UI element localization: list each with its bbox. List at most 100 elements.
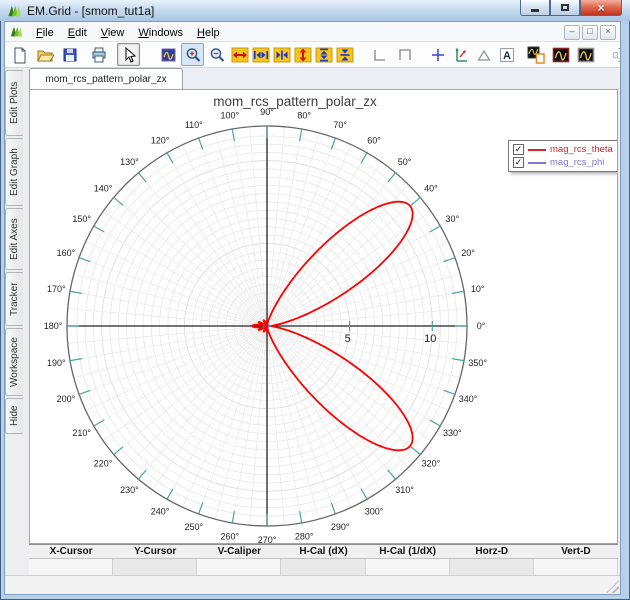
box-axes-button[interactable] [394, 44, 415, 65]
plot-style-dark-button[interactable] [575, 44, 596, 65]
text-annotation-button[interactable]: A [496, 44, 517, 65]
shrink-vertical-button[interactable] [313, 44, 334, 65]
corner-axes-button[interactable] [369, 44, 390, 65]
center-vertical-button[interactable] [334, 44, 355, 65]
plot-style-red-icon [552, 47, 569, 62]
shrink-horizontal-icon [252, 47, 269, 62]
legend-line-sample [528, 148, 546, 151]
angle-label: 60° [367, 136, 381, 146]
distribute-vertical-icon [612, 47, 620, 62]
plot-style-dark-icon [577, 47, 594, 62]
center-vertical-icon [336, 47, 353, 62]
open-file-button[interactable] [34, 44, 55, 65]
tab-strip: mom_rcs_pattern_polar_zx [29, 68, 618, 89]
shrink-vertical-icon [315, 47, 332, 62]
angle-label: 170° [47, 284, 66, 294]
zoom-in-button[interactable] [181, 43, 204, 66]
cursor-col-value [29, 559, 114, 575]
minimize-button[interactable] [520, 0, 550, 16]
menu-edit[interactable]: Edit [61, 25, 94, 41]
center-horizontal-button[interactable] [271, 44, 292, 65]
plot-area[interactable]: 5 10 0° 10° 20° 30° 40° 50° 60° 70° 80° 90° 100° 110°… [29, 89, 618, 544]
angle-label: 340° [459, 394, 478, 404]
sidebar-tab-edit-graph[interactable]: Edit Graph [5, 138, 23, 206]
zoom-out-button[interactable] [206, 44, 227, 65]
sidebar-tab-hide[interactable]: Hide [5, 398, 23, 434]
cursor-col-value [365, 559, 450, 575]
cursor-col-value [197, 559, 282, 575]
window-controls: × [520, 0, 622, 16]
menu-view[interactable]: View [94, 25, 132, 41]
plot-style-selected-button[interactable] [525, 44, 546, 65]
print-icon [92, 47, 105, 62]
angle-label: 130° [120, 157, 139, 167]
legend-checkbox[interactable]: ✓ [513, 157, 524, 168]
angle-label: 210° [72, 428, 91, 438]
maximize-button[interactable] [550, 0, 580, 16]
plot-style-red-button[interactable] [550, 44, 571, 65]
angle-label: 10° [471, 284, 485, 294]
cursor-readout-table: X-Cursor Y-Cursor V-Caliper H-Cal (dX) H-Cal… [29, 544, 618, 575]
crosshair-tool-button[interactable] [427, 44, 448, 65]
document-tab[interactable]: mom_rcs_pattern_polar_zx [29, 68, 183, 89]
angle-label: 320° [422, 459, 441, 469]
triangle-marker-button[interactable] [473, 44, 494, 65]
sidebar-tab-edit-axes[interactable]: Edit Axes [5, 208, 23, 270]
sidebar-tab-edit-plots[interactable]: Edit Plots [5, 70, 23, 136]
box-axes-icon [398, 48, 411, 60]
expand-vertical-icon [294, 47, 311, 62]
status-bar [5, 575, 620, 594]
zoom-region-button[interactable] [158, 44, 179, 65]
legend-label: mag_rcs_phi [550, 157, 605, 168]
close-button[interactable]: × [580, 0, 622, 16]
angle-label: 120° [151, 136, 170, 146]
plot-style-selected-icon [527, 46, 545, 64]
print-button[interactable] [88, 44, 109, 65]
new-document-button[interactable] [9, 44, 30, 65]
text-annotation-icon: A [499, 47, 514, 62]
open-file-icon [36, 50, 54, 61]
menu-file[interactable]: File [29, 25, 61, 41]
save-file-button[interactable] [59, 44, 80, 65]
legend-checkbox[interactable]: ✓ [513, 144, 524, 155]
angle-label: 180° [44, 321, 63, 331]
app-logo-icon [8, 5, 21, 16]
angle-label: 250° [184, 522, 203, 532]
mdi-restore-button[interactable]: □ [582, 25, 598, 40]
menu-windows[interactable]: Windows [131, 25, 190, 41]
window-title: EM.Grid - [smom_tut1a] [27, 3, 155, 18]
angle-label: 280° [295, 532, 314, 542]
maximize-icon [561, 4, 569, 11]
cursor-col-value [281, 559, 366, 575]
axes-tool-icon [455, 47, 467, 62]
cursor-table-values [29, 559, 618, 575]
zoom-in-icon [186, 47, 200, 62]
expand-vertical-button[interactable] [292, 44, 313, 65]
svg-text:A: A [503, 50, 511, 62]
mdi-minimize-button[interactable]: – [564, 25, 580, 40]
corner-axes-icon [373, 49, 385, 61]
angle-label: 330° [443, 428, 462, 438]
expand-horizontal-button[interactable] [229, 44, 250, 65]
mdi-close-button[interactable]: × [600, 25, 616, 40]
axes-tool-button[interactable] [450, 44, 471, 65]
menu-help[interactable]: Help [190, 25, 227, 41]
shrink-horizontal-button[interactable] [250, 44, 271, 65]
legend-label: mag_rcs_theta [550, 144, 613, 155]
angle-label: 50° [398, 157, 412, 167]
angle-label: 100° [221, 110, 240, 120]
document-column: mom_rcs_pattern_polar_zx 5 10 0° 10° 20° 30° 4… [29, 68, 620, 575]
sidebar-tab-workspace[interactable]: Workspace [5, 328, 23, 396]
angle-label: 350° [468, 358, 487, 368]
angle-label: 80° [297, 110, 311, 120]
content-row: Edit Plots Edit Graph Edit Axes Tracker Work… [5, 68, 620, 575]
pointer-tool-button[interactable] [117, 43, 140, 66]
plot-legend[interactable]: ✓ mag_rcs_theta ✓ mag_rcs_phi [508, 140, 617, 172]
angle-label: 70° [333, 120, 347, 130]
resize-grip-icon[interactable] [606, 580, 619, 593]
crosshair-tool-icon [431, 48, 444, 61]
sidebar-tab-tracker[interactable]: Tracker [5, 272, 23, 326]
angle-label: 230° [120, 485, 139, 495]
distribute-vertical-button [610, 44, 620, 65]
title-bar[interactable]: EM.Grid - [smom_tut1a] × [0, 0, 630, 21]
